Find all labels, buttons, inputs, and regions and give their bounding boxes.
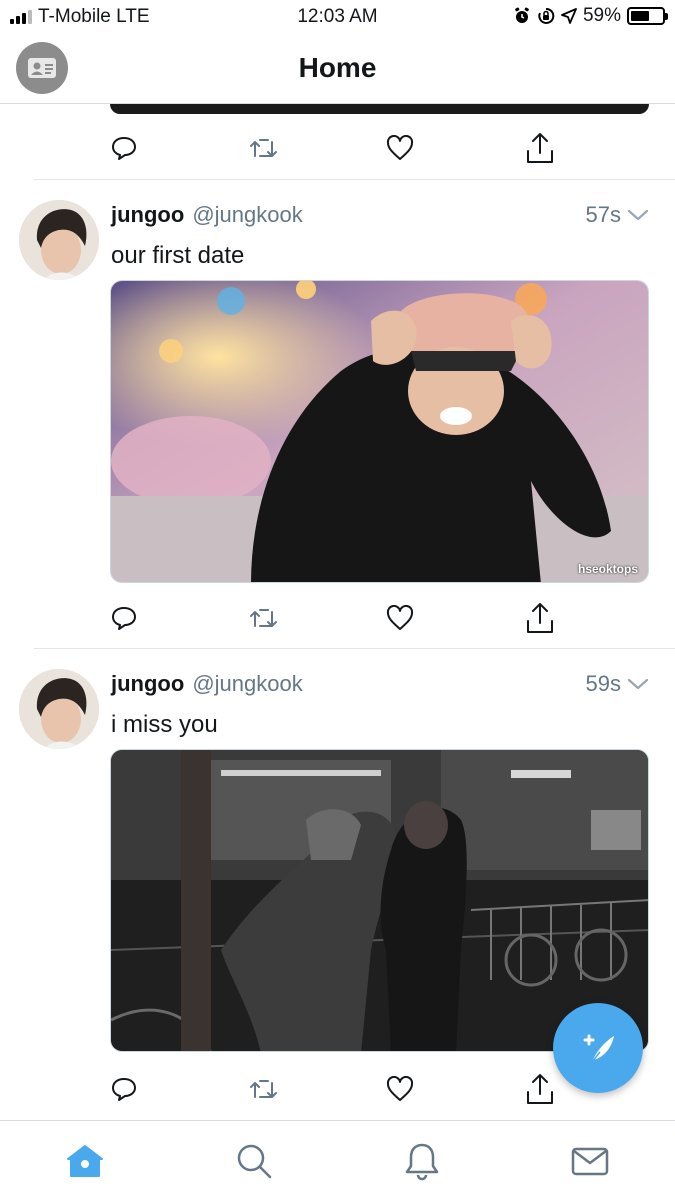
reply-button[interactable] [104,1069,144,1109]
feather-plus-icon [583,1034,614,1063]
tweet-time: 59s [586,671,649,697]
display-name[interactable]: jungoo [111,671,184,697]
chevron-down-icon[interactable] [627,208,649,222]
tweet-previous[interactable] [0,104,675,180]
tweet-timestamp: 59s [585,671,621,696]
tweet-header: jungoo @jungkook 59s [111,671,649,697]
retweet-button[interactable] [244,1069,284,1109]
mail-icon [571,1147,609,1176]
status-right: 59% [513,5,668,27]
status-bar: T-Mobile LTE 12:03 AM 59% [0,0,675,34]
app-header: Home [0,34,675,104]
retweet-button[interactable] [244,598,284,638]
reply-icon [112,607,136,630]
like-button[interactable] [380,598,420,638]
share-icon [527,1074,553,1104]
retweet-icon [250,1080,277,1098]
tweet-timestamp: 57s [585,202,621,227]
tab-messages[interactable] [568,1139,612,1183]
tweet-text: our first date [111,242,245,269]
tweet[interactable]: jungoo @jungkook 57s our first date hseo… [0,180,675,650]
avatar-image [19,200,99,280]
media-watermark: hseoktops [577,562,638,576]
rotation-lock-icon [538,7,555,24]
battery-icon [627,7,668,25]
heart-icon [386,135,414,160]
share-button[interactable] [520,598,560,638]
retweet-button[interactable] [244,128,284,168]
avatar[interactable] [19,200,99,280]
tab-search[interactable] [232,1139,276,1183]
chevron-down-icon[interactable] [627,677,649,691]
tweet-media-partial[interactable] [110,104,649,114]
heart-icon [386,1076,414,1101]
reply-icon [112,1078,136,1101]
user-handle[interactable]: @jungkook [192,202,302,228]
tweet-actions [110,1069,560,1109]
avatar[interactable] [19,669,99,749]
tweet-media[interactable] [110,749,649,1052]
page-title: Home [298,52,377,83]
battery-percent: 59% [582,5,621,26]
home-icon [67,1145,103,1177]
tweet-media[interactable]: hseoktops [110,280,649,583]
tweet-actions [110,598,560,638]
tweet-text: i miss you [111,711,218,738]
heart-icon [386,605,414,630]
retweet-icon [250,139,277,157]
bell-icon [405,1143,439,1181]
tweet-photo [111,750,648,1051]
share-button[interactable] [520,128,560,168]
share-button[interactable] [520,1069,560,1109]
alarm-icon [515,7,529,23]
like-button[interactable] [380,1069,420,1109]
retweet-icon [250,609,277,627]
share-icon [527,603,553,633]
tweet-time: 57s [586,202,649,228]
compose-tweet-button[interactable] [553,1003,643,1093]
reply-icon [112,137,136,160]
share-icon [527,133,553,163]
search-icon [237,1144,272,1179]
user-handle[interactable]: @jungkook [192,671,302,697]
timeline-feed[interactable]: jungoo @jungkook 57s our first date hseo… [0,104,675,1120]
like-button[interactable] [380,128,420,168]
location-arrow-icon [561,8,577,24]
bottom-tab-bar [0,1120,675,1200]
tweet-actions [110,128,560,168]
reply-button[interactable] [104,128,144,168]
tweet-header: jungoo @jungkook 57s [111,202,649,228]
tweet-photo [111,281,648,582]
avatar-image [19,669,99,749]
tab-home[interactable] [63,1139,107,1183]
reply-button[interactable] [104,598,144,638]
display-name[interactable]: jungoo [111,202,184,228]
tab-notifications[interactable] [400,1139,444,1183]
